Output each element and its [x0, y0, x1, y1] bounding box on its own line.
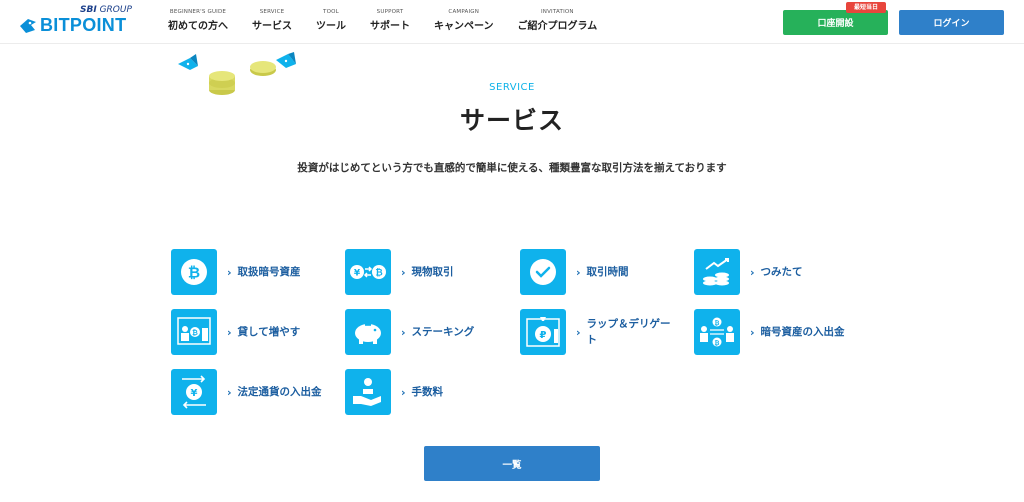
view-all-button[interactable]: 一覧 — [424, 446, 600, 481]
nav-service[interactable]: SERVICE サービス — [252, 9, 292, 32]
main-nav: BEGINNER'S GUIDE 初めての方へ SERVICE サービス TOO… — [168, 9, 621, 32]
service-accumulation[interactable]: › つみたて — [694, 249, 849, 295]
bird-coins-illustration-right — [250, 52, 296, 76]
svg-text:₿: ₿ — [715, 320, 720, 327]
bitpoint-logo[interactable]: SBI GROUP BITPOINT — [18, 4, 133, 38]
section-eyebrow: SERVICE — [489, 82, 535, 93]
svg-text:¥: ¥ — [191, 388, 198, 399]
login-button[interactable]: ログイン — [899, 10, 1004, 35]
service-trading-hours[interactable]: › 取引時間 — [520, 249, 675, 295]
svg-text:₿: ₿ — [188, 264, 200, 282]
wrap-delegate-icon: ₽ — [520, 309, 566, 355]
service-crypto-deposit-withdrawal[interactable]: ₿ ₿ › 暗号資産の入出金 — [694, 309, 849, 355]
nav-support[interactable]: SUPPORT サポート — [370, 9, 410, 32]
sbi-group-label: SBI GROUP — [80, 5, 132, 15]
site-header: SBI GROUP BITPOINT BEGINNER'S GUIDE 初めての… — [0, 0, 1024, 44]
nav-campaign[interactable]: CAMPAIGN キャンペーン — [434, 9, 494, 32]
svg-text:₽: ₽ — [540, 330, 547, 341]
fee-hand-icon — [345, 369, 391, 415]
service-spot-trading[interactable]: ¥ ₿ › 現物取引 — [345, 249, 500, 295]
service-lending[interactable]: ₿ › 貸して増やす — [171, 309, 326, 355]
nav-invitation[interactable]: INVITATION ご紹介プログラム — [518, 9, 598, 32]
bitcoin-icon: ₿ — [171, 249, 217, 295]
clock-icon — [520, 249, 566, 295]
service-wrap-delegate[interactable]: ₽ › ラップ＆デリゲート — [520, 309, 675, 355]
svg-text:₿: ₿ — [715, 340, 720, 347]
service-staking[interactable]: › ステーキング — [345, 309, 500, 355]
service-fees[interactable]: › 手数料 — [345, 369, 500, 415]
piggy-bank-icon — [345, 309, 391, 355]
nav-tool[interactable]: TOOL ツール — [316, 9, 346, 32]
section-subtitle: 投資がはじめてという方でも直感的で簡単に使える、種類豊富な取引方法を揃えておりま… — [297, 162, 727, 174]
service-fiat-deposit-withdrawal[interactable]: ¥ › 法定通貨の入出金 — [171, 369, 326, 415]
lending-icon: ₿ — [171, 309, 217, 355]
section-title: サービス — [459, 106, 564, 135]
logo-text: BITPOINT — [40, 15, 127, 35]
svg-text:₿: ₿ — [192, 329, 198, 337]
bird-logo-icon — [20, 18, 36, 33]
yen-bitcoin-exchange-icon: ¥ ₿ — [345, 249, 391, 295]
nav-beginners-guide[interactable]: BEGINNER'S GUIDE 初めての方へ — [168, 9, 228, 32]
same-day-badge: 最短当日 — [846, 2, 886, 13]
coin-stack-icon — [694, 249, 740, 295]
svg-text:₿: ₿ — [375, 268, 382, 279]
service-crypto-assets[interactable]: ₿ › 取扱暗号資産 — [171, 249, 326, 295]
yen-transfer-icon: ¥ — [171, 369, 217, 415]
open-account-button[interactable]: 口座開設 — [783, 10, 888, 35]
svg-text:¥: ¥ — [354, 269, 361, 279]
crypto-transfer-icon: ₿ ₿ — [694, 309, 740, 355]
